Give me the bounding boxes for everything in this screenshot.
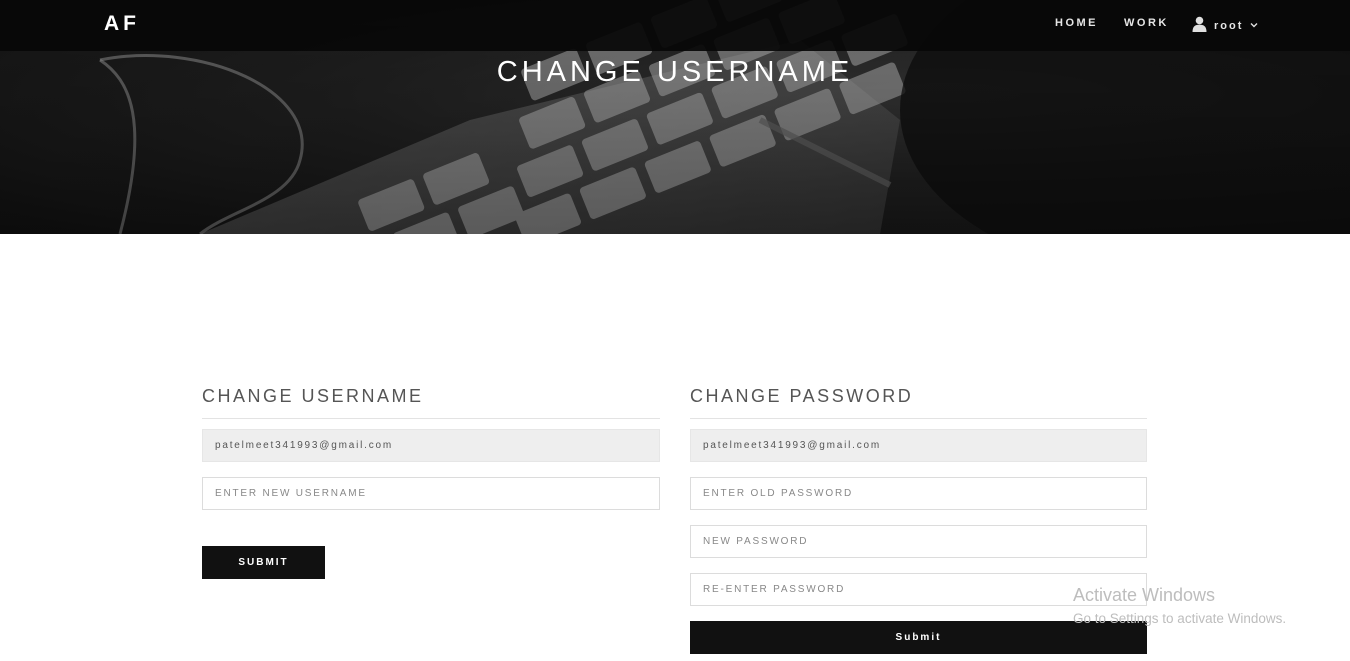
- current-email-field: [690, 429, 1147, 462]
- new-password-input[interactable]: [690, 525, 1147, 558]
- old-password-input[interactable]: [690, 477, 1147, 510]
- nav-link-home[interactable]: HOME: [1055, 17, 1098, 29]
- new-username-input[interactable]: [202, 477, 660, 510]
- user-menu-toggle[interactable]: root: [1192, 14, 1258, 34]
- top-navbar: AF HOME WORK root: [0, 0, 1350, 51]
- change-password-heading: CHANGE PASSWORD: [690, 383, 1147, 419]
- change-username-form: CHANGE USERNAME SUBMIT: [202, 383, 660, 579]
- submit-username-button[interactable]: SUBMIT: [202, 546, 325, 579]
- activate-windows-title: Activate Windows: [1073, 585, 1216, 605]
- current-email-field: [202, 429, 660, 462]
- chevron-down-icon: [1250, 22, 1258, 27]
- user-name-label: root: [1214, 19, 1244, 32]
- page-title: CHANGE USERNAME: [496, 56, 854, 88]
- user-icon: [1192, 16, 1207, 32]
- nav-link-work[interactable]: WORK: [1124, 17, 1169, 29]
- change-username-heading: CHANGE USERNAME: [202, 383, 660, 419]
- brand-logo[interactable]: AF: [104, 12, 140, 36]
- activate-windows-subtitle: Go to Settings to activate Windows.: [1073, 611, 1287, 626]
- hero-banner: AF HOME WORK root CHANGE USERNAME: [0, 0, 1350, 234]
